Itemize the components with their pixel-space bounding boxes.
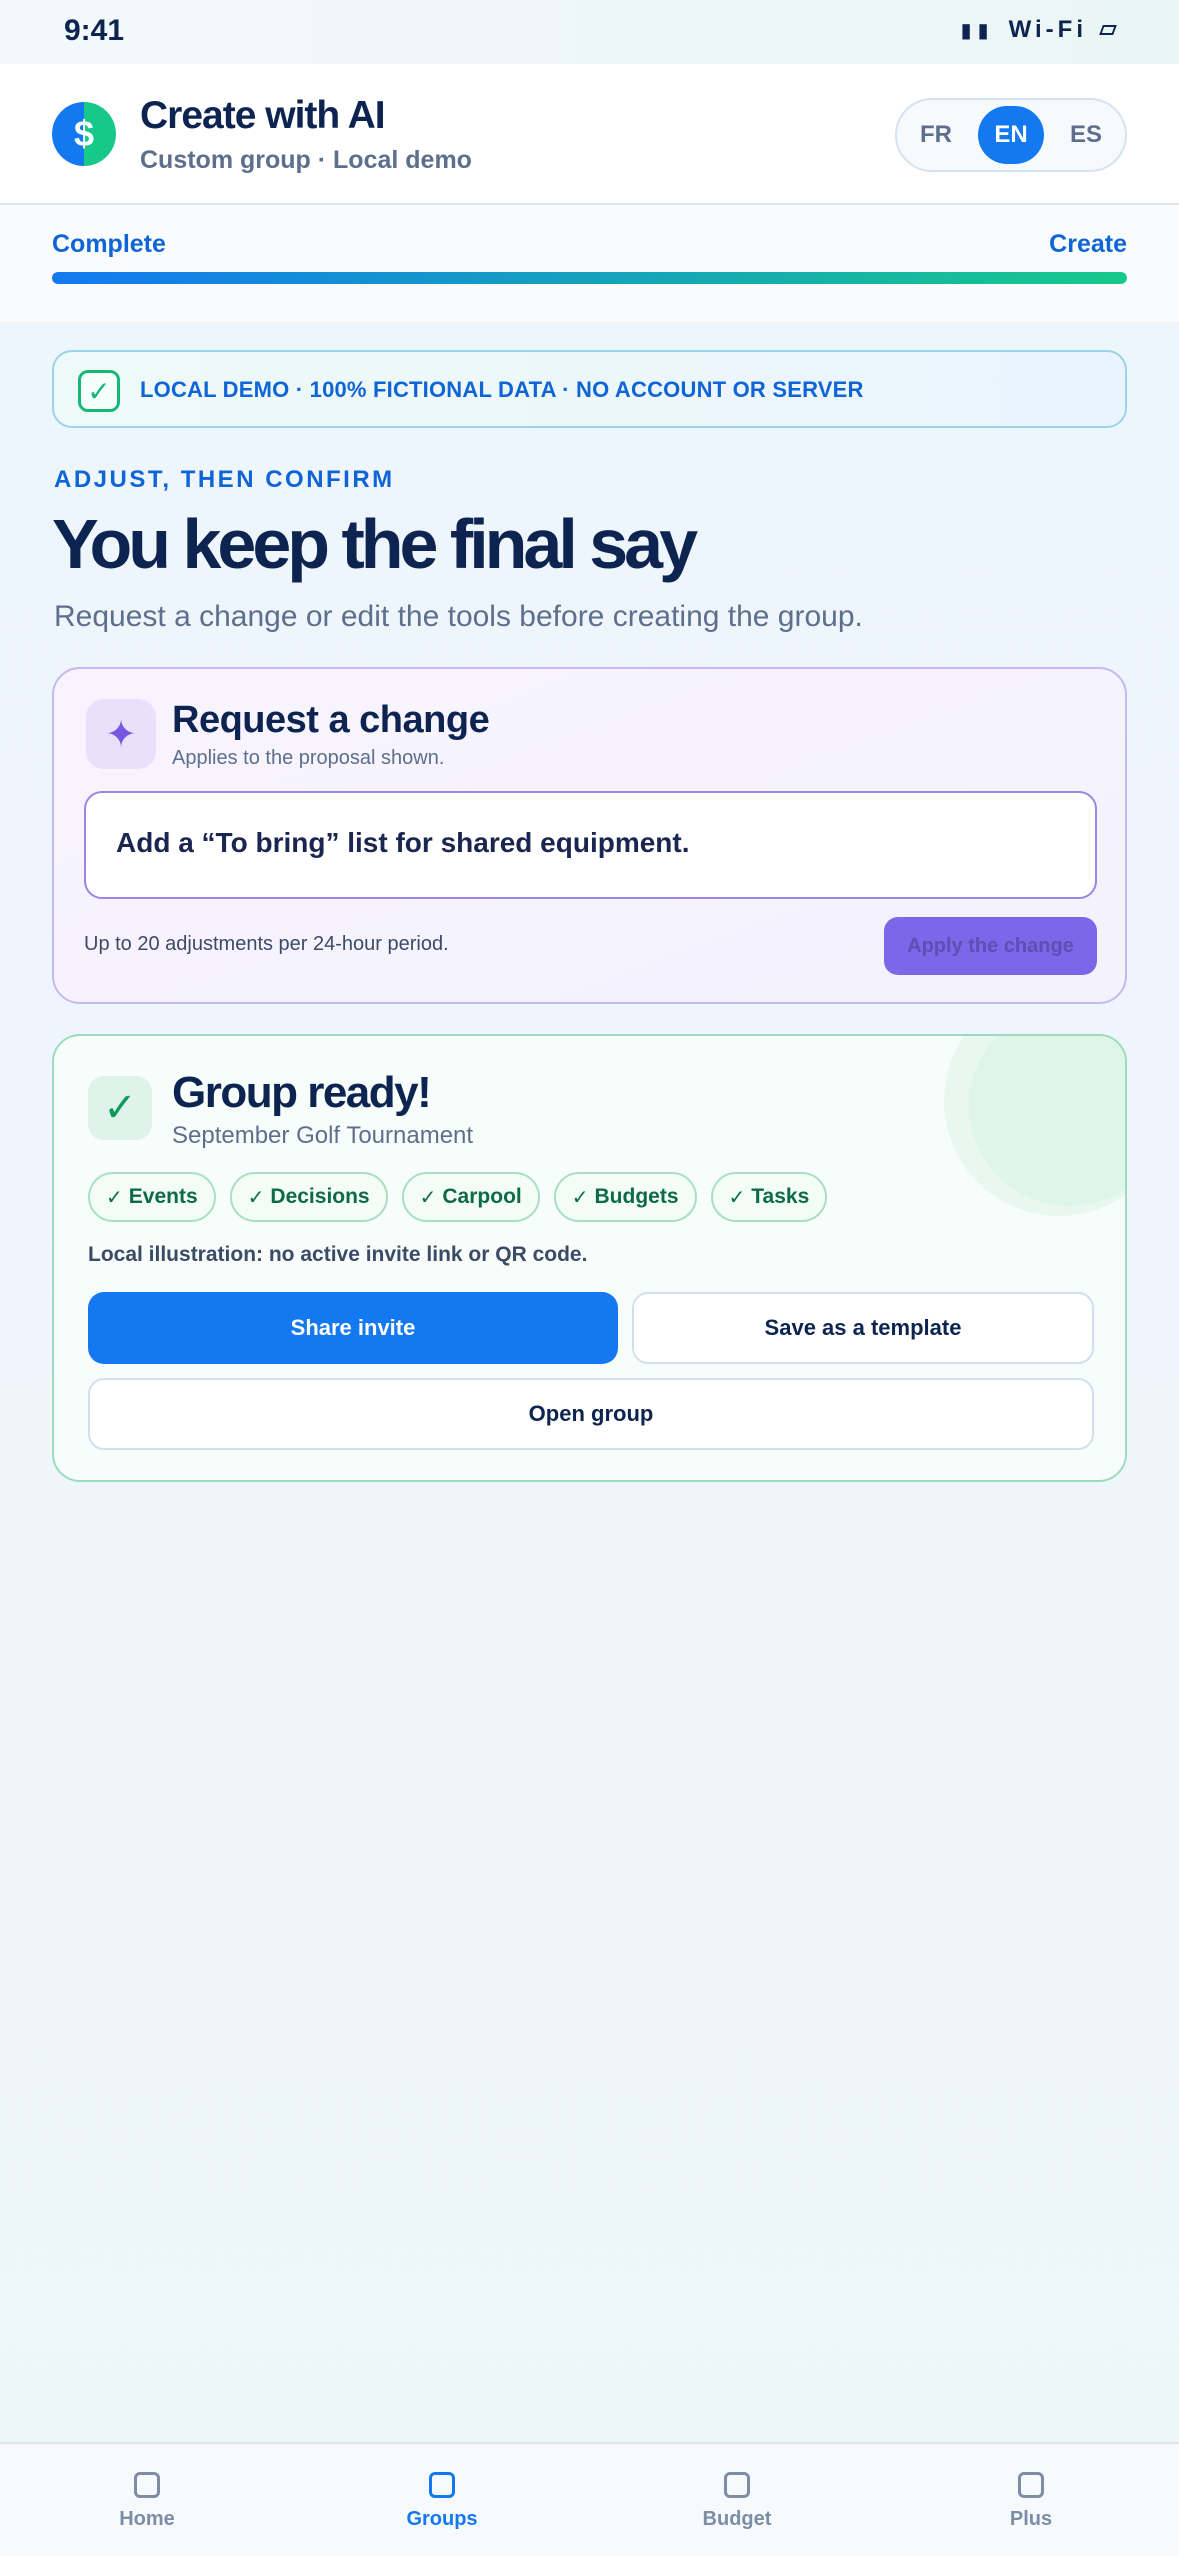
status-time: 9:41 bbox=[64, 14, 125, 47]
language-option-fr[interactable]: FR bbox=[903, 106, 969, 164]
budget-icon bbox=[724, 2472, 750, 2498]
page-title: Create with AI bbox=[140, 94, 386, 137]
group-ready-card: ✓ Group ready! September Golf Tournament… bbox=[52, 1034, 1127, 1482]
language-option-en[interactable]: EN bbox=[978, 106, 1044, 164]
feature-chip-budgets: ✓ Budgets bbox=[553, 1172, 697, 1222]
progress-bar-fill bbox=[52, 272, 1127, 284]
progress-label-complete: Complete bbox=[52, 230, 166, 258]
language-switcher: FR EN ES bbox=[895, 98, 1127, 172]
group-name: September Golf Tournament bbox=[172, 1122, 474, 1149]
tab-plus[interactable]: Plus bbox=[951, 2444, 1111, 2556]
feature-chip-label: Budgets bbox=[594, 1185, 679, 1208]
tab-home[interactable]: Home bbox=[67, 2444, 227, 2556]
status-bar: 9:41 ▮▮ Wi-Fi bbox=[0, 0, 1179, 64]
plus-icon bbox=[1018, 2472, 1044, 2498]
check-icon: ✓ bbox=[571, 1186, 589, 1209]
request-card-subtitle: Applies to the proposal shown. bbox=[172, 747, 445, 769]
check-icon: ✓ bbox=[419, 1186, 437, 1209]
feature-chip-label: Events bbox=[128, 1185, 198, 1208]
change-request-input[interactable]: Add a “To bring” list for shared equipme… bbox=[84, 791, 1097, 899]
feature-chip-decisions: ✓ Decisions bbox=[229, 1172, 388, 1222]
tab-groups[interactable]: Groups bbox=[362, 2444, 522, 2556]
page-subtitle: Custom group · Local demo bbox=[140, 146, 472, 174]
request-change-card: ✦ Request a change Applies to the propos… bbox=[52, 667, 1127, 1004]
check-icon: ✓ bbox=[106, 1186, 123, 1209]
language-option-es[interactable]: ES bbox=[1053, 106, 1119, 164]
tab-label: Plus bbox=[1009, 2508, 1053, 2530]
demo-banner: ✓ LOCAL DEMO · 100% FICTIONAL DATA · NO … bbox=[52, 350, 1127, 428]
app-header: $ Create with AI Custom group · Local de… bbox=[0, 64, 1179, 205]
progress-bar bbox=[52, 272, 1127, 284]
battery-icon bbox=[1099, 25, 1117, 35]
wifi-label: Wi-Fi bbox=[1008, 16, 1087, 43]
ready-card-title: Group ready! bbox=[172, 1068, 432, 1117]
app-logo-icon: $ bbox=[52, 102, 116, 166]
request-card-title: Request a change bbox=[172, 699, 490, 741]
sparkle-icon: ✦ bbox=[86, 699, 156, 769]
save-template-button[interactable]: Save as a template bbox=[632, 1292, 1094, 1364]
feature-chip-tasks: ✓ Tasks bbox=[710, 1172, 828, 1222]
adjustment-limit-text: Up to 20 adjustments per 24-hour period. bbox=[84, 933, 449, 955]
feature-chip-label: Decisions bbox=[270, 1185, 370, 1208]
feature-chip-label: Carpool bbox=[442, 1185, 522, 1208]
check-icon: ✓ bbox=[728, 1186, 746, 1209]
share-invite-button[interactable]: Share invite bbox=[88, 1292, 618, 1364]
groups-icon bbox=[429, 2472, 455, 2498]
section-eyebrow: ADJUST, THEN CONFIRM bbox=[54, 466, 395, 493]
demo-banner-text: LOCAL DEMO · 100% FICTIONAL DATA · NO AC… bbox=[140, 377, 864, 402]
tab-label: Groups bbox=[406, 2508, 478, 2530]
check-icon: ✓ bbox=[247, 1186, 265, 1209]
home-icon bbox=[134, 2472, 160, 2498]
feature-chips: ✓ Events ✓ Decisions ✓ Carpool ✓ Budgets ✓ Ta… bbox=[88, 1172, 828, 1222]
apply-change-button[interactable]: Apply the change bbox=[884, 917, 1097, 975]
check-icon: ✓ bbox=[88, 1076, 152, 1140]
section-lead: Request a change or edit the tools befor… bbox=[54, 600, 863, 633]
progress-label-create: Create bbox=[1049, 230, 1127, 258]
open-group-button[interactable]: Open group bbox=[88, 1378, 1094, 1450]
section-headline: You keep the final say bbox=[52, 505, 698, 583]
feature-chip-carpool: ✓ Carpool bbox=[401, 1172, 540, 1222]
bottom-tab-bar: Home Groups Budget Plus bbox=[0, 2442, 1179, 2556]
check-icon: ✓ bbox=[78, 370, 120, 412]
tab-budget[interactable]: Budget bbox=[657, 2444, 817, 2556]
feature-chip-label: Tasks bbox=[751, 1185, 810, 1208]
invite-note: Local illustration: no active invite lin… bbox=[88, 1243, 588, 1266]
progress-section: Complete Create bbox=[0, 205, 1179, 322]
tab-label: Budget bbox=[702, 2508, 772, 2530]
signal-icon: ▮▮ bbox=[960, 19, 995, 42]
feature-chip-events: ✓ Events bbox=[88, 1172, 216, 1222]
tab-label: Home bbox=[119, 2508, 175, 2530]
status-indicators: ▮▮ Wi-Fi bbox=[960, 16, 1117, 44]
